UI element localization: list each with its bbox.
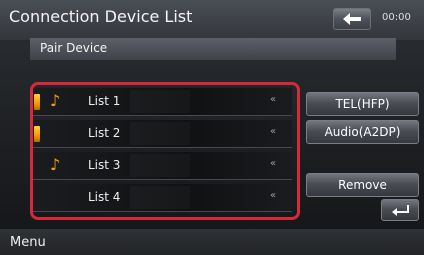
list-item[interactable]: List 2 « xyxy=(30,120,292,148)
tel-hfp-button[interactable]: TEL(HFP) xyxy=(306,92,419,116)
clock: 00:00 xyxy=(382,12,411,23)
return-button[interactable] xyxy=(381,199,419,221)
back-arrow-icon xyxy=(343,13,361,25)
back-button[interactable] xyxy=(333,8,371,30)
return-arrow-icon xyxy=(392,205,409,216)
screen: Connection Device List 00:00 Pair Device… xyxy=(0,0,424,255)
list-item-label: List 4 xyxy=(88,190,121,204)
subheader-bar: Pair Device xyxy=(30,38,396,60)
remove-button[interactable]: Remove xyxy=(306,173,419,197)
subheader-title: Pair Device xyxy=(40,41,108,55)
music-note-icon: ♪ xyxy=(50,155,61,174)
chevron-left-icon: « xyxy=(270,158,277,169)
chevron-left-icon: « xyxy=(270,94,277,105)
list-item-label: List 2 xyxy=(88,126,121,140)
header-bar: Connection Device List 00:00 xyxy=(0,0,424,40)
phone-icon xyxy=(34,94,40,110)
menu-button[interactable]: Menu xyxy=(4,231,52,253)
audio-a2dp-button[interactable]: Audio(A2DP) xyxy=(306,120,419,144)
chevron-left-icon: « xyxy=(270,126,277,137)
list-item-label: List 1 xyxy=(88,94,121,108)
music-note-icon: ♪ xyxy=(50,91,61,110)
phone-icon xyxy=(34,126,40,142)
page-title: Connection Device List xyxy=(9,7,193,26)
list-item[interactable]: ♪ List 1 « xyxy=(30,88,292,116)
chevron-left-icon: « xyxy=(270,190,277,201)
list-item-label: List 3 xyxy=(88,158,121,172)
list-item[interactable]: ♪ List 3 « xyxy=(30,152,292,180)
footer-bar: Menu xyxy=(0,229,424,255)
list-item[interactable]: List 4 « xyxy=(30,184,292,212)
device-list: ♪ List 1 « List 2 « ♪ List 3 « List 4 « xyxy=(30,84,298,215)
